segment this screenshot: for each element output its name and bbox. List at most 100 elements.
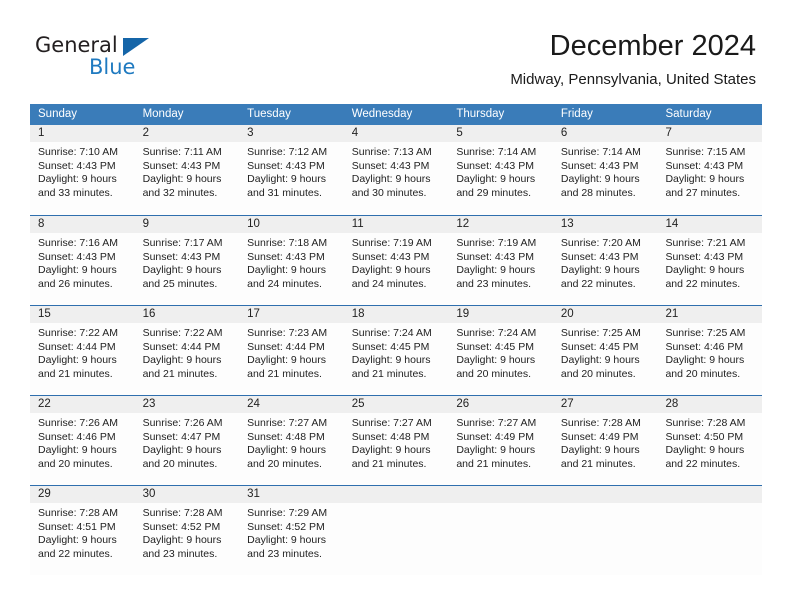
day-detail-line: and 25 minutes. — [142, 277, 218, 290]
day-number: 5 — [448, 125, 553, 142]
calendar-day-cell[interactable]: 6 Sunrise: 7:14 AM Sunset: 4:43 PM Daylight… — [552, 125, 658, 215]
day-details: Sunrise: 7:21 AM Sunset: 4:43 PM Daylight:… — [657, 233, 762, 291]
day-details: Sunrise: 7:12 AM Sunset: 4:43 PM Daylight:… — [239, 142, 344, 200]
day-number — [657, 486, 763, 503]
day-detail-line: Sunset: 4:43 PM — [560, 159, 639, 172]
calendar-day-cell[interactable]: 14 Sunrise: 7:21 AM Sunset: 4:43 PM Dayligh… — [657, 216, 763, 305]
day-details: Sunrise: 7:11 AM Sunset: 4:43 PM Daylight:… — [135, 142, 240, 200]
day-detail-line: and 21 minutes. — [351, 457, 427, 470]
calendar-day-cell[interactable]: 21 Sunrise: 7:25 AM Sunset: 4:46 PM Dayligh… — [657, 306, 763, 395]
day-detail-line: Sunrise: 7:20 AM — [560, 237, 641, 249]
calendar-day-cell[interactable]: 10 Sunrise: 7:18 AM Sunset: 4:43 PM Dayligh… — [239, 216, 344, 305]
day-detail-line: Sunset: 4:46 PM — [38, 430, 116, 443]
day-details: Sunrise: 7:28 AM Sunset: 4:49 PM Daylight:… — [553, 413, 658, 471]
calendar-day-cell[interactable]: 22 Sunrise: 7:26 AM Sunset: 4:46 PM Dayligh… — [30, 396, 135, 485]
calendar-empty-cell — [552, 486, 658, 575]
day-detail-line: Sunrise: 7:26 AM — [142, 417, 223, 429]
calendar-day-cell[interactable]: 31 Sunrise: 7:29 AM Sunset: 4:52 PM Dayligh… — [239, 486, 344, 575]
calendar-day-cell[interactable]: 4 Sunrise: 7:13 AM Sunset: 4:43 PM Daylight… — [343, 125, 449, 215]
title-block: December 2024 Midway, Pennsylvania, Unit… — [510, 28, 756, 91]
calendar-day-cell[interactable]: 13 Sunrise: 7:20 AM Sunset: 4:43 PM Dayligh… — [552, 216, 658, 305]
calendar-day-cell[interactable]: 28 Sunrise: 7:28 AM Sunset: 4:50 PM Dayligh… — [657, 396, 763, 485]
day-details: Sunrise: 7:29 AM Sunset: 4:52 PM Daylight:… — [239, 503, 344, 561]
general-blue-logo[interactable]: General Blue — [35, 33, 165, 85]
calendar-day-cell[interactable]: 25 Sunrise: 7:27 AM Sunset: 4:48 PM Dayligh… — [343, 396, 449, 485]
day-detail-line: Daylight: 9 hours — [665, 354, 745, 367]
day-detail-line: and 22 minutes. — [665, 457, 741, 470]
calendar-weeks: 1 Sunrise: 7:10 AM Sunset: 4:43 PM Daylight… — [30, 125, 763, 575]
day-details — [448, 503, 553, 507]
day-detail-line: Daylight: 9 hours — [456, 444, 536, 457]
calendar-day-cell[interactable]: 11 Sunrise: 7:19 AM Sunset: 4:43 PM Dayligh… — [343, 216, 449, 305]
day-detail-line: and 21 minutes. — [38, 367, 113, 380]
logo-text-blue: Blue — [89, 55, 136, 79]
day-detail-line: Daylight: 9 hours — [38, 354, 117, 367]
day-details: Sunrise: 7:20 AM Sunset: 4:43 PM Daylight:… — [553, 233, 658, 291]
day-detail-line: Daylight: 9 hours — [560, 173, 640, 186]
day-detail-line: Sunrise: 7:21 AM — [665, 237, 746, 249]
day-details: Sunrise: 7:23 AM Sunset: 4:44 PM Daylight:… — [239, 323, 344, 381]
weekday-header-thursday: Thursday — [456, 108, 505, 120]
calendar-day-cell[interactable]: 7 Sunrise: 7:15 AM Sunset: 4:43 PM Daylight… — [657, 125, 763, 215]
day-number: 31 — [239, 486, 344, 503]
calendar-day-cell[interactable]: 19 Sunrise: 7:24 AM Sunset: 4:45 PM Dayligh… — [448, 306, 553, 395]
day-details: Sunrise: 7:19 AM Sunset: 4:43 PM Daylight:… — [448, 233, 553, 291]
calendar-empty-cell — [343, 486, 449, 575]
day-detail-line: Sunrise: 7:25 AM — [665, 327, 746, 339]
calendar-week-row: 1 Sunrise: 7:10 AM Sunset: 4:43 PM Daylight… — [30, 125, 763, 215]
weekday-header-wednesday: Wednesday — [351, 108, 413, 120]
calendar-day-cell[interactable]: 30 Sunrise: 7:28 AM Sunset: 4:52 PM Dayligh… — [134, 486, 240, 575]
calendar-day-cell[interactable]: 8 Sunrise: 7:16 AM Sunset: 4:43 PM Daylight… — [30, 216, 135, 305]
day-details: Sunrise: 7:24 AM Sunset: 4:45 PM Daylight:… — [344, 323, 449, 381]
day-detail-line: Sunrise: 7:28 AM — [142, 507, 223, 519]
calendar-day-cell[interactable]: 12 Sunrise: 7:19 AM Sunset: 4:43 PM Dayligh… — [448, 216, 553, 305]
calendar-day-cell[interactable]: 3 Sunrise: 7:12 AM Sunset: 4:43 PM Daylight… — [239, 125, 344, 215]
calendar-day-cell[interactable]: 15 Sunrise: 7:22 AM Sunset: 4:44 PM Dayligh… — [30, 306, 135, 395]
day-detail-line: Sunrise: 7:14 AM — [456, 146, 537, 158]
calendar-day-cell[interactable]: 5 Sunrise: 7:14 AM Sunset: 4:43 PM Daylight… — [448, 125, 553, 215]
calendar-day-cell[interactable]: 2 Sunrise: 7:11 AM Sunset: 4:43 PM Daylight… — [134, 125, 240, 215]
calendar-week-row: 8 Sunrise: 7:16 AM Sunset: 4:43 PM Daylight… — [30, 215, 763, 305]
calendar-day-cell[interactable]: 1 Sunrise: 7:10 AM Sunset: 4:43 PM Daylight… — [30, 125, 135, 215]
weekday-header-tuesday: Tuesday — [247, 108, 291, 120]
day-detail-line: Sunset: 4:52 PM — [247, 520, 325, 533]
day-detail-line: and 26 minutes. — [38, 277, 113, 290]
day-details: Sunrise: 7:26 AM Sunset: 4:47 PM Daylight:… — [135, 413, 240, 471]
day-detail-line: Daylight: 9 hours — [665, 264, 745, 277]
day-number: 12 — [448, 216, 553, 233]
day-detail-line: and 20 minutes. — [665, 367, 741, 380]
day-detail-line: and 21 minutes. — [247, 367, 322, 380]
day-details: Sunrise: 7:27 AM Sunset: 4:48 PM Daylight:… — [344, 413, 449, 471]
day-detail-line: and 20 minutes. — [456, 367, 532, 380]
day-number: 16 — [134, 306, 240, 323]
calendar-week-row: 22 Sunrise: 7:26 AM Sunset: 4:46 PM Dayligh… — [30, 395, 763, 485]
calendar-day-cell[interactable]: 9 Sunrise: 7:17 AM Sunset: 4:43 PM Daylight… — [134, 216, 240, 305]
day-number: 9 — [134, 216, 240, 233]
calendar-day-cell[interactable]: 20 Sunrise: 7:25 AM Sunset: 4:45 PM Dayligh… — [552, 306, 658, 395]
day-detail-line: Sunrise: 7:22 AM — [142, 327, 223, 339]
day-detail-line: Sunrise: 7:29 AM — [247, 507, 328, 519]
day-detail-line: Sunset: 4:43 PM — [38, 250, 116, 263]
day-detail-line: Daylight: 9 hours — [560, 354, 640, 367]
day-detail-line: Sunrise: 7:27 AM — [456, 417, 537, 429]
day-detail-line: Daylight: 9 hours — [247, 354, 326, 367]
day-detail-line: and 20 minutes. — [247, 457, 322, 470]
calendar-day-cell[interactable]: 24 Sunrise: 7:27 AM Sunset: 4:48 PM Dayligh… — [239, 396, 344, 485]
day-detail-line: Daylight: 9 hours — [665, 173, 745, 186]
calendar-day-cell[interactable]: 16 Sunrise: 7:22 AM Sunset: 4:44 PM Dayligh… — [134, 306, 240, 395]
calendar-day-cell[interactable]: 17 Sunrise: 7:23 AM Sunset: 4:44 PM Dayligh… — [239, 306, 344, 395]
day-detail-line: and 33 minutes. — [38, 186, 113, 199]
weekday-header-friday: Friday — [560, 108, 593, 120]
day-detail-line: and 29 minutes. — [456, 186, 532, 199]
day-number: 21 — [657, 306, 763, 323]
day-details: Sunrise: 7:18 AM Sunset: 4:43 PM Daylight:… — [239, 233, 344, 291]
calendar-day-cell[interactable]: 23 Sunrise: 7:26 AM Sunset: 4:47 PM Dayligh… — [134, 396, 240, 485]
calendar-day-cell[interactable]: 26 Sunrise: 7:27 AM Sunset: 4:49 PM Dayligh… — [448, 396, 553, 485]
calendar-day-cell[interactable]: 27 Sunrise: 7:28 AM Sunset: 4:49 PM Dayligh… — [552, 396, 658, 485]
day-detail-line: Sunrise: 7:17 AM — [142, 237, 223, 249]
calendar-day-cell[interactable]: 18 Sunrise: 7:24 AM Sunset: 4:45 PM Dayligh… — [343, 306, 449, 395]
location-subtitle: Midway, Pennsylvania, United States — [510, 71, 756, 88]
day-detail-line: Sunset: 4:43 PM — [142, 250, 221, 263]
day-detail-line: Sunset: 4:50 PM — [665, 430, 744, 443]
calendar-day-cell[interactable]: 29 Sunrise: 7:28 AM Sunset: 4:51 PM Dayligh… — [30, 486, 135, 575]
